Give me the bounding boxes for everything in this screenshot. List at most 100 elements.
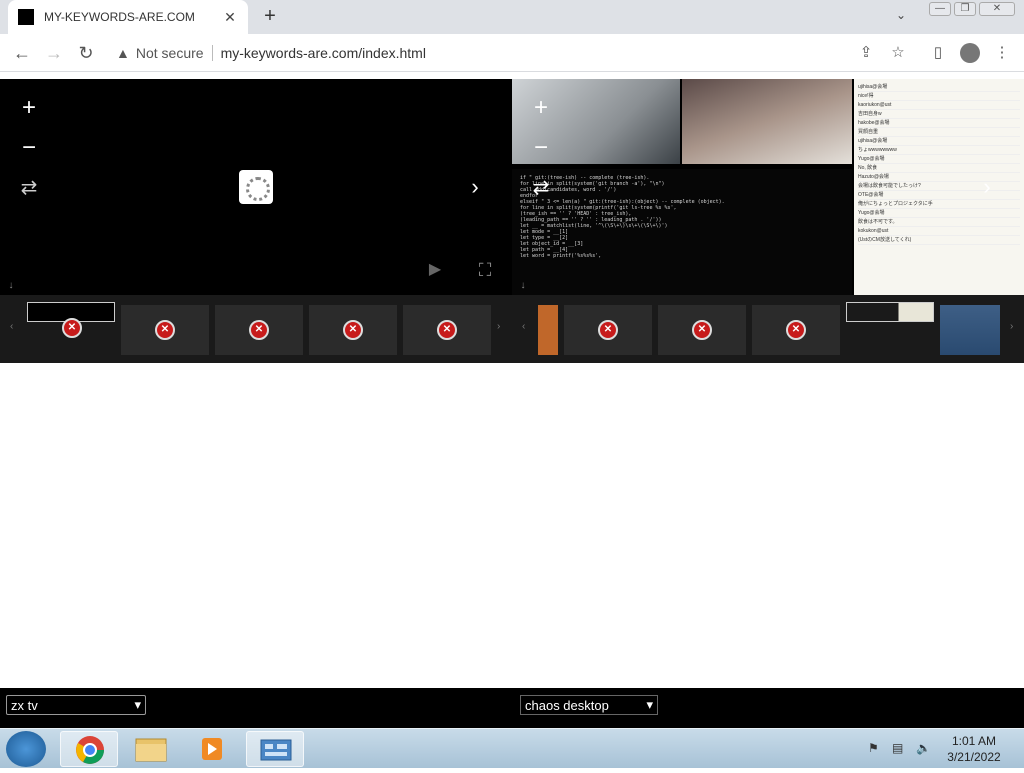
thumbnail[interactable] (846, 302, 934, 322)
favicon (18, 9, 34, 25)
chat-line: Yugo@会場 (858, 209, 1020, 218)
scroll-down-icon[interactable]: ↓ (0, 271, 26, 295)
thumbnail[interactable]: ✕ (403, 305, 491, 355)
browser-toolbar: ← → ↻ ▲ Not secure my-keywords-are.com/i… (0, 34, 1024, 72)
chat-line: 飲食は不可です。 (858, 218, 1020, 227)
security-label[interactable]: Not secure (136, 45, 204, 61)
volume-icon[interactable]: 🔈 (916, 741, 931, 755)
restore-button[interactable]: ❐ (954, 2, 976, 16)
right-channel-select[interactable]: chaos desktop ▾ (520, 695, 658, 715)
share-icon[interactable]: ⇪ (854, 41, 878, 65)
url-text[interactable]: my-keywords-are.com/index.html (221, 45, 426, 61)
thumbnail[interactable]: ✕ (658, 305, 746, 355)
terminal-line: let word = printf('%s%s%s', (520, 253, 602, 259)
thumbnail[interactable]: ✕ (752, 305, 840, 355)
zoom-in-button[interactable]: + (14, 93, 44, 123)
media-player-icon[interactable] (182, 731, 240, 767)
system-clock[interactable]: 1:01 AM 3/21/2022 (944, 733, 1004, 765)
back-button[interactable]: ← (10, 41, 34, 65)
error-icon: ✕ (343, 320, 363, 340)
tab-close-icon[interactable]: ✕ (222, 9, 238, 26)
clock-date: 3/21/2022 (947, 750, 1001, 764)
address-divider (211, 45, 213, 61)
error-icon: ✕ (786, 320, 806, 340)
star-icon[interactable]: ☆ (886, 41, 910, 65)
error-icon: ✕ (62, 318, 82, 338)
chat-lines: ujihisa@会場 nice!得 kaoriukon@ust 吉田自身w hakobe… (858, 83, 1020, 245)
reload-button[interactable]: ↻ (74, 41, 98, 65)
error-icon: ✕ (692, 320, 712, 340)
tab-title: MY-KEYWORDS-ARE.COM (44, 10, 195, 24)
folder-graphic (135, 738, 167, 762)
close-window-button[interactable]: ✕ (979, 2, 1015, 16)
chat-line: kaoriukon@ust (858, 101, 1020, 110)
chat-line: ujihisa@会場 (858, 137, 1020, 146)
strip-next-icon[interactable]: › (497, 321, 500, 332)
chrome-icon[interactable] (60, 731, 118, 767)
zoom-out-button[interactable]: − (14, 133, 44, 163)
fullscreen-button[interactable]: ⛶ (470, 255, 500, 285)
tab-bar: MY-KEYWORDS-ARE.COM ✕ + ⌄ — ❐ ✕ (0, 0, 1024, 34)
thumbnail[interactable]: ✕ (564, 305, 652, 355)
forward-button[interactable]: → (42, 41, 66, 65)
error-icon: ✕ (598, 320, 618, 340)
browser-tab[interactable]: MY-KEYWORDS-ARE.COM ✕ (8, 0, 248, 34)
chat-line: hakobe@会場 (858, 119, 1020, 128)
zoom-in-button[interactable]: + (526, 93, 556, 123)
chat-line: kokukon@ust (858, 227, 1020, 236)
left-channel-value: zx tv (11, 697, 38, 713)
terminal-lines: if " git:(tree-ish) -- complete (tree-is… (520, 175, 844, 259)
swap-button[interactable]: ⇄ (14, 173, 44, 203)
chat-line: nice!得 (858, 92, 1020, 101)
chat-line: 買顔自重 (858, 128, 1020, 137)
tab-search-icon[interactable]: ⌄ (896, 8, 906, 22)
next-arrow-icon[interactable]: › (972, 172, 1002, 202)
chrome-logo (76, 736, 104, 764)
sidepanel-icon[interactable]: ▯ (926, 41, 950, 65)
thumbnail[interactable] (940, 305, 1000, 355)
warning-icon[interactable]: ▲ (116, 45, 130, 61)
left-channel-select[interactable]: zx tv ▾ (6, 695, 146, 715)
thumbnail[interactable] (538, 305, 558, 355)
clock-time: 1:01 AM (951, 734, 997, 748)
chat-line: ちょwwwwwwww (858, 146, 1020, 155)
strip-next-icon[interactable]: › (1010, 321, 1013, 332)
left-player[interactable]: + − ⇄ › ▶ ⛶ ↓ (0, 79, 512, 295)
network-icon[interactable]: ▤ (892, 741, 903, 755)
play-button[interactable]: ▶ (420, 255, 450, 285)
strip-prev-icon[interactable]: ‹ (522, 321, 525, 332)
taskbar: ⚑ ▤ 🔈 1:01 AM 3/21/2022 (0, 728, 1024, 768)
left-thumbnail-strip: ‹ ✕ ✕ ✕ ✕ ✕ › (0, 295, 512, 363)
strip-prev-icon[interactable]: ‹ (10, 321, 13, 332)
error-icon: ✕ (437, 320, 457, 340)
menu-icon[interactable]: ⋮ (990, 41, 1014, 65)
zoom-out-button[interactable]: − (526, 133, 556, 163)
explorer-icon[interactable] (122, 731, 180, 767)
right-channel-value: chaos desktop (525, 697, 609, 713)
scroll-down-icon[interactable]: ↓ (512, 271, 538, 295)
thumbnail[interactable]: ✕ (215, 305, 303, 355)
media-graphic (202, 738, 222, 760)
minimize-button[interactable]: — (929, 2, 951, 16)
channel-select-bar: zx tv ▾ chaos desktop ▾ (0, 688, 1024, 728)
thumbnail[interactable]: ✕ (27, 302, 115, 338)
error-icon: ✕ (155, 320, 175, 340)
loading-spinner (239, 170, 273, 204)
start-button[interactable] (6, 731, 46, 767)
control-panel-icon[interactable] (246, 731, 304, 767)
error-icon: ✕ (249, 320, 269, 340)
swap-button[interactable]: ⇄ (526, 173, 556, 203)
terminal-window: if " git:(tree-ish) -- complete (tree-is… (512, 169, 852, 295)
thumbnail[interactable]: ✕ (309, 305, 397, 355)
chat-line: Yugo@会場 (858, 155, 1020, 164)
thumbnail[interactable]: ✕ (121, 305, 209, 355)
panel-graphic (260, 739, 292, 761)
address-bar[interactable]: ▲ Not secure my-keywords-are.com/index.h… (108, 39, 884, 67)
flag-icon[interactable]: ⚑ (868, 741, 879, 755)
right-thumbnail-strip: ‹ ✕ ✕ ✕ › (512, 295, 1024, 363)
chevron-down-icon: ▾ (646, 697, 653, 712)
profile-icon[interactable] (960, 43, 980, 63)
next-arrow-icon[interactable]: › (460, 172, 490, 202)
right-player[interactable]: if " git:(tree-ish) -- complete (tree-is… (512, 79, 1024, 295)
new-tab-button[interactable]: + (258, 4, 282, 28)
